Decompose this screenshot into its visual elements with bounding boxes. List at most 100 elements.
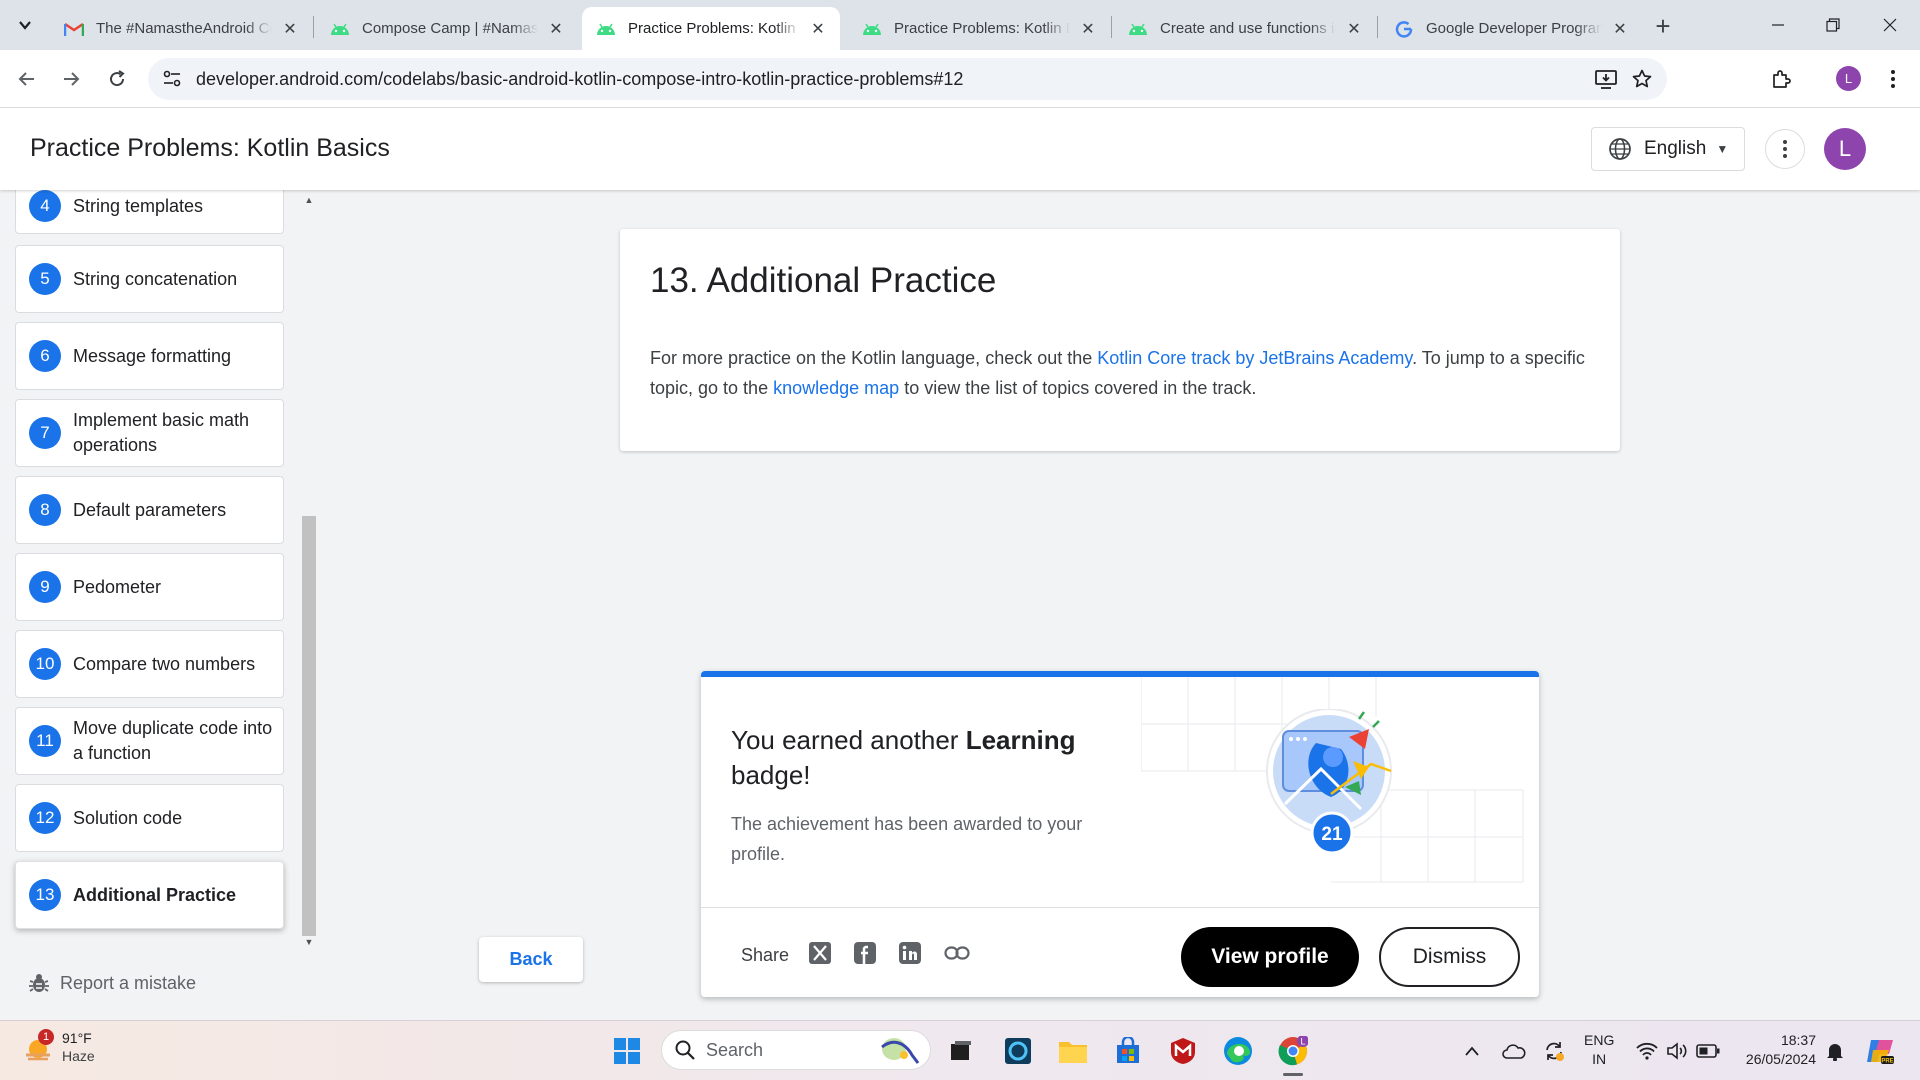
share-label: Share	[741, 945, 790, 965]
browser-tab[interactable]: The #NamastheAndroid Co ✕	[50, 7, 312, 50]
close-tab-icon[interactable]: ✕	[808, 19, 828, 39]
sync-icon[interactable]	[1540, 1035, 1568, 1067]
chrome-icon[interactable]: L	[1277, 1035, 1309, 1076]
clock-date: 26/05/2024	[1745, 1051, 1816, 1067]
copy-link-icon[interactable]	[944, 940, 970, 966]
facebook-icon[interactable]	[852, 940, 878, 966]
close-window-button[interactable]	[1860, 0, 1920, 50]
microsoft-store-icon[interactable]	[1112, 1035, 1144, 1067]
close-tab-icon[interactable]: ✕	[1610, 19, 1630, 39]
steps-sidebar: 4 String templates 5 String concatenatio…	[0, 178, 320, 1020]
browser-tab[interactable]: Practice Problems: Kotlin B ✕	[848, 7, 1110, 50]
page-title: Practice Problems: Kotlin Basics	[30, 134, 390, 162]
notification-bell-icon[interactable]	[1822, 1035, 1848, 1067]
weather-temperature: 91°F	[62, 1030, 92, 1046]
mcafee-icon[interactable]	[1167, 1035, 1199, 1067]
onedrive-icon[interactable]	[1500, 1035, 1528, 1067]
file-explorer-icon[interactable]	[1057, 1035, 1089, 1067]
step-item[interactable]: 6 Message formatting	[15, 322, 284, 390]
forward-nav-button[interactable]	[56, 64, 86, 94]
cortana-icon[interactable]	[1002, 1035, 1034, 1067]
badge-heading: You earned another Learning badge!	[731, 723, 1111, 793]
close-tab-icon[interactable]: ✕	[280, 19, 300, 39]
arrow-left-icon	[18, 72, 34, 86]
report-mistake-link[interactable]: Report a mistake	[28, 972, 196, 994]
tab-search-button[interactable]	[10, 10, 40, 40]
back-nav-button[interactable]	[12, 64, 42, 94]
step-number: 11	[29, 725, 61, 757]
restore-button[interactable]	[1803, 0, 1863, 50]
windows-taskbar: 1 91°F Haze Search L ENG IN 18:37 26/05/…	[0, 1020, 1920, 1080]
step-item-active[interactable]: 13 Additional Practice	[15, 861, 284, 929]
view-profile-button[interactable]: View profile	[1181, 927, 1359, 987]
site-settings-icon[interactable]	[162, 69, 182, 89]
android-icon	[330, 19, 350, 39]
linkedin-icon[interactable]	[897, 940, 923, 966]
tab-title: Practice Problems: Kotlin B	[628, 20, 800, 37]
dismiss-button[interactable]: Dismiss	[1379, 927, 1520, 987]
new-tab-button[interactable]: +	[1648, 11, 1678, 41]
input-language-indicator[interactable]: ENG IN	[1584, 1031, 1614, 1069]
volume-icon[interactable]	[1664, 1035, 1690, 1067]
more-options-button[interactable]	[1765, 129, 1805, 169]
step-label: String concatenation	[73, 268, 238, 289]
battery-icon[interactable]	[1694, 1035, 1722, 1067]
language-code: ENG	[1584, 1032, 1615, 1048]
step-item[interactable]: 8 Default parameters	[15, 476, 284, 544]
tab-separator	[1111, 16, 1112, 38]
wifi-icon[interactable]	[1634, 1035, 1660, 1067]
tab-strip: The #NamastheAndroid Co ✕ Compose Camp |…	[0, 0, 1920, 50]
install-app-icon[interactable]	[1594, 67, 1618, 91]
step-item[interactable]: 5 String concatenation	[15, 245, 284, 313]
windows-start-icon[interactable]	[611, 1035, 643, 1067]
back-button[interactable]: Back	[479, 937, 583, 982]
scrollbar-thumb[interactable]	[302, 516, 316, 936]
minimize-button[interactable]	[1748, 0, 1808, 50]
close-icon	[1883, 18, 1897, 32]
task-view-icon[interactable]	[945, 1035, 977, 1067]
kotlin-core-track-link[interactable]: Kotlin Core track by JetBrains Academy	[1097, 348, 1412, 368]
step-item[interactable]: 12 Solution code	[15, 784, 284, 852]
step-item[interactable]: 7 Implement basic math operations	[15, 399, 284, 467]
show-hidden-icons[interactable]	[1460, 1035, 1484, 1067]
user-avatar[interactable]: L	[1824, 128, 1866, 170]
profile-avatar[interactable]: L	[1836, 66, 1861, 91]
weather-widget[interactable]: 1 91°F Haze	[22, 1029, 95, 1065]
copilot-icon[interactable]: PRE	[1863, 1035, 1897, 1067]
step-label: Implement basic math operations	[73, 410, 250, 455]
close-tab-icon[interactable]: ✕	[1344, 19, 1364, 39]
scroll-up-icon[interactable]: ▲	[303, 194, 315, 206]
step-item[interactable]: 10 Compare two numbers	[15, 630, 284, 698]
browser-tab[interactable]: Create and use functions in ✕	[1114, 7, 1376, 50]
browser-tab[interactable]: Compose Camp | #Namast ✕	[316, 7, 578, 50]
step-number: 6	[29, 340, 61, 372]
caret-down-icon: ▼	[1716, 142, 1729, 156]
taskbar-search[interactable]: Search	[661, 1030, 931, 1070]
step-item[interactable]: 11 Move duplicate code into a function	[15, 707, 284, 775]
close-tab-icon[interactable]: ✕	[546, 19, 566, 39]
step-number: 5	[29, 263, 61, 295]
scroll-down-icon[interactable]: ▼	[303, 936, 315, 948]
browser-tab-active[interactable]: Practice Problems: Kotlin B ✕	[582, 7, 840, 50]
language-selector[interactable]: English ▼	[1591, 127, 1745, 171]
report-mistake-label: Report a mistake	[60, 972, 197, 993]
step-item[interactable]: 9 Pedometer	[15, 553, 284, 621]
badge-heading-bold: Learning	[965, 725, 1076, 755]
browser-toolbar: developer.android.com/codelabs/basic-and…	[0, 50, 1920, 108]
knowledge-map-link[interactable]: knowledge map	[773, 378, 899, 398]
browser-menu-icon[interactable]	[1878, 64, 1908, 94]
bookmark-star-icon[interactable]	[1630, 67, 1654, 91]
x-twitter-icon[interactable]	[807, 940, 833, 966]
step-label: Default parameters	[73, 499, 227, 520]
extensions-icon[interactable]	[1766, 64, 1796, 94]
badge-heading-prefix: You earned another	[731, 725, 966, 755]
system-clock[interactable]: 18:37 26/05/2024	[1736, 1031, 1816, 1069]
close-tab-icon[interactable]: ✕	[1078, 19, 1098, 39]
address-bar[interactable]: developer.android.com/codelabs/basic-and…	[148, 58, 1667, 100]
tab-separator	[313, 16, 314, 38]
url-text[interactable]: developer.android.com/codelabs/basic-and…	[196, 69, 963, 90]
reload-button[interactable]	[102, 64, 132, 94]
browser-tab[interactable]: Google Developer Program ✕	[1380, 7, 1642, 50]
arrow-right-icon	[64, 72, 80, 86]
edge-icon[interactable]	[1222, 1035, 1254, 1067]
